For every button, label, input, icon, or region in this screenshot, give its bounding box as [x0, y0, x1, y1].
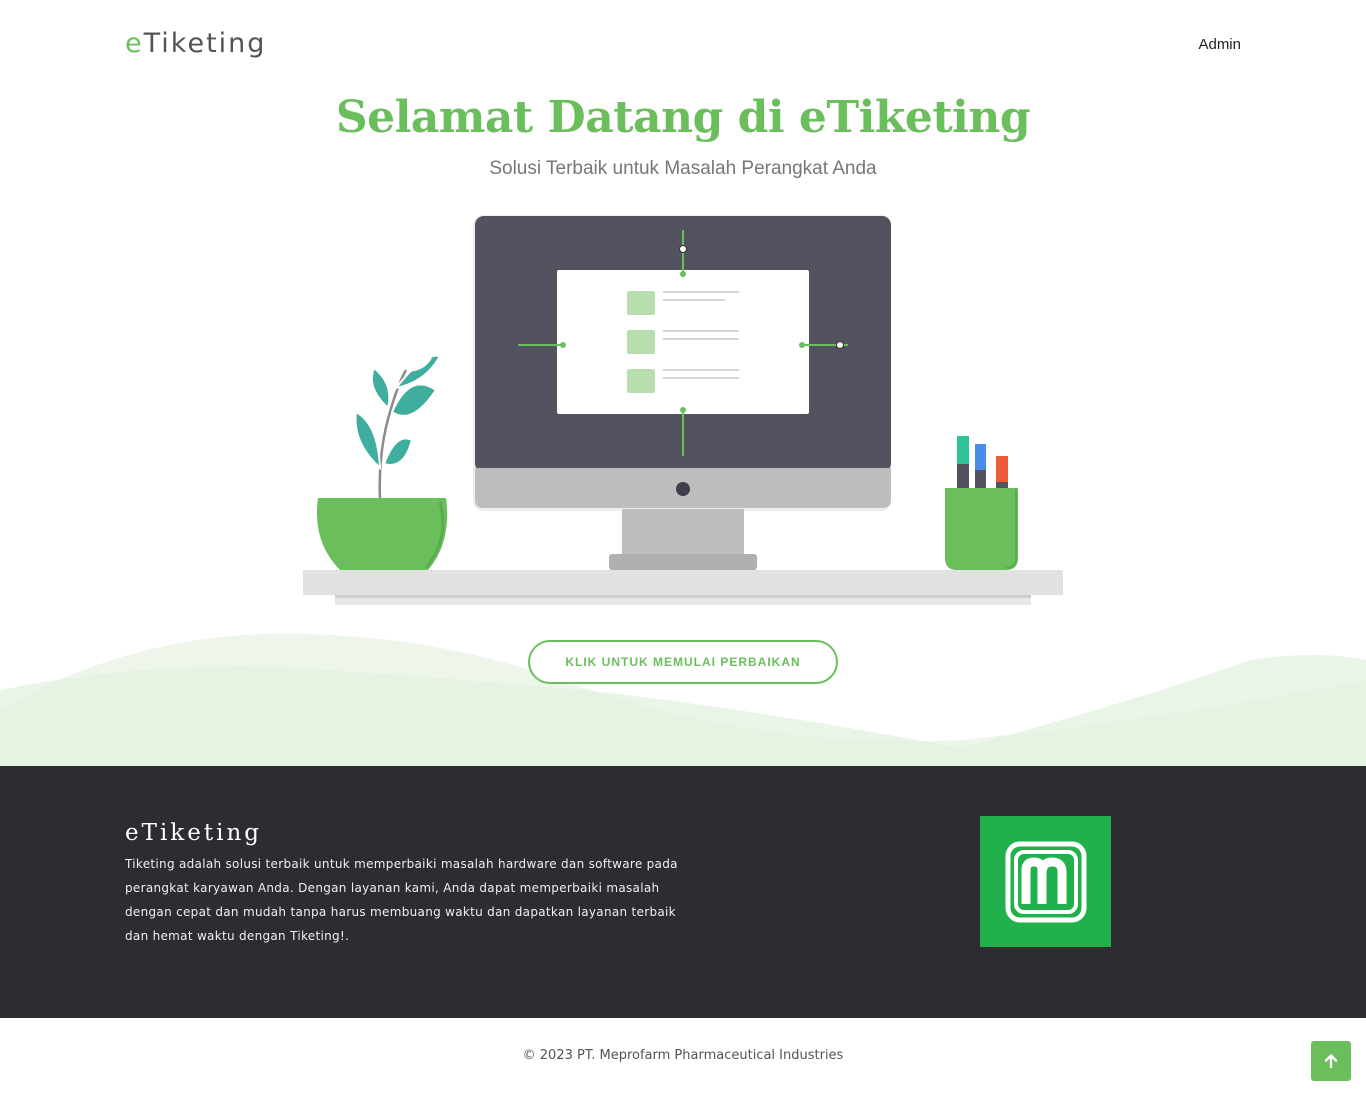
hero-subtitle: Solusi Terbaik untuk Masalah Perangkat A… — [489, 158, 877, 179]
site-logo[interactable]: eTiketing — [125, 28, 266, 59]
arrow-up-icon — [1324, 1054, 1338, 1069]
copyright-text: © 2023 PT. Meprofarm Pharmaceutical Indu… — [522, 1048, 844, 1063]
back-to-top-button[interactable] — [1311, 1041, 1351, 1081]
footer-description: Tiketing adalah solusi terbaik untuk mem… — [125, 857, 678, 943]
nav-admin-link[interactable]: Admin — [1198, 36, 1241, 53]
meprofarm-logo-icon — [980, 816, 1111, 947]
desk-computer-illustration — [303, 215, 1063, 605]
footer-brand: eTiketing — [125, 820, 262, 846]
hero-title: Selamat Datang di eTiketing — [335, 92, 1031, 143]
start-repair-button[interactable]: KLIK UNTUK MEMULAI PERBAIKAN — [528, 640, 838, 684]
logo-prefix: e — [125, 28, 144, 59]
header: eTiketing Admin — [0, 0, 1366, 90]
footer: eTiketing Tiketing adalah solusi terbaik… — [0, 766, 1366, 1018]
logo-text: Tiketing — [143, 28, 267, 59]
